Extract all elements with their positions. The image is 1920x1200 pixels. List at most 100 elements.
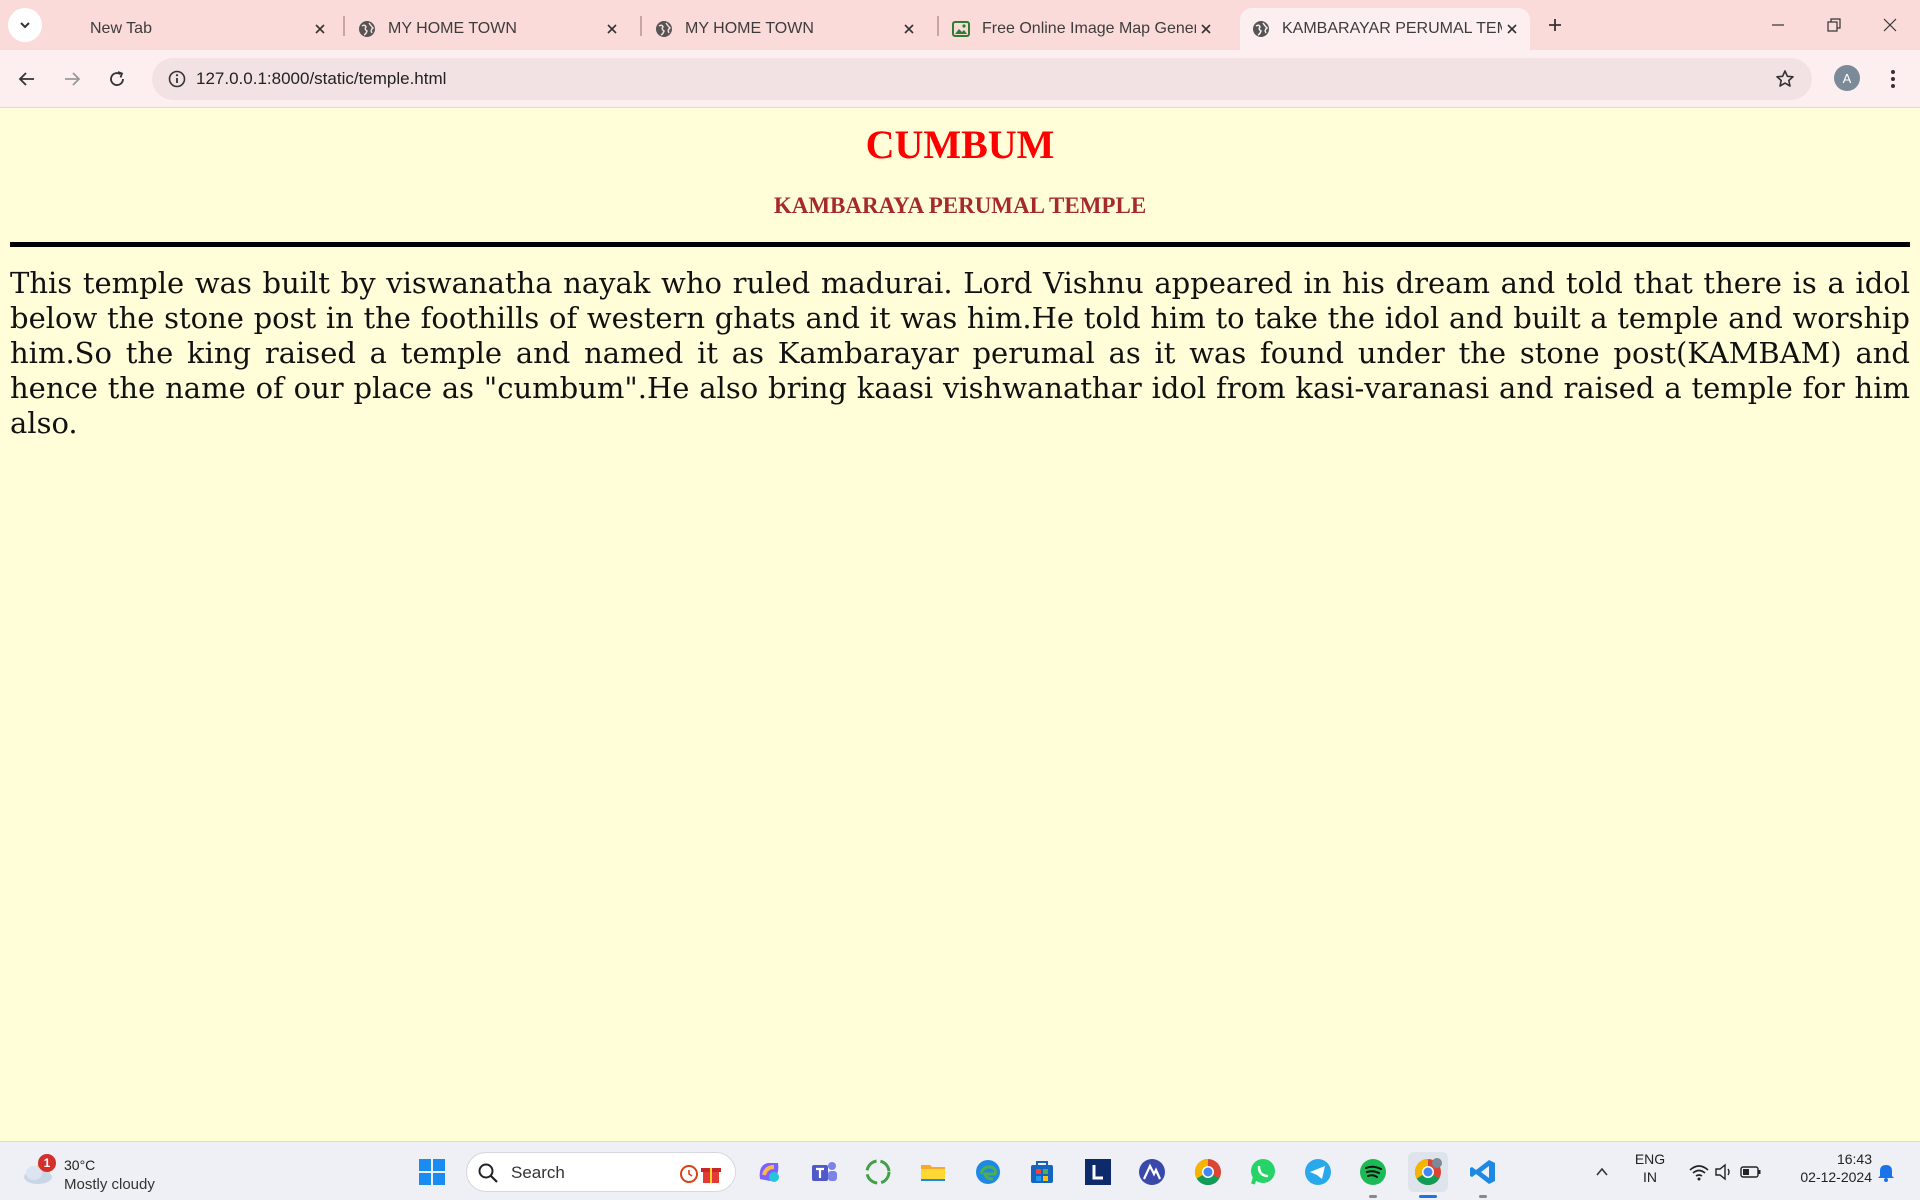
tab-separator xyxy=(937,16,939,36)
tab-close-button[interactable] xyxy=(310,19,330,39)
temple-description: This temple was built by viswanatha naya… xyxy=(10,266,1910,440)
page-heading: CUMBUM xyxy=(865,122,1055,167)
tab-close-button[interactable] xyxy=(1196,19,1216,39)
new-tab-button[interactable] xyxy=(1540,10,1570,40)
taskbar-refresh-app[interactable] xyxy=(858,1152,898,1192)
taskbar-file-explorer[interactable] xyxy=(913,1152,953,1192)
close-window-button[interactable] xyxy=(1862,0,1918,50)
taskbar-search[interactable]: Search xyxy=(466,1152,736,1192)
tab-image-map-generator[interactable]: Free Online Image Map Genera xyxy=(952,8,1224,50)
running-indicator xyxy=(1479,1195,1487,1198)
active-indicator xyxy=(1419,1195,1437,1198)
restore-button[interactable] xyxy=(1806,0,1862,50)
address-bar[interactable]: 127.0.0.1:8000/static/temple.html xyxy=(152,58,1812,100)
tab-separator xyxy=(343,16,345,36)
tab-title: MY HOME TOWN xyxy=(685,20,814,37)
divider xyxy=(10,242,1910,247)
tab-my-home-town[interactable]: MY HOME TOWN xyxy=(358,8,630,50)
star-icon xyxy=(1776,70,1794,87)
taskbar-teams[interactable] xyxy=(804,1152,844,1192)
teams-icon xyxy=(812,1162,837,1181)
taskbar-copilot[interactable] xyxy=(749,1152,789,1192)
show-hidden-icons-button[interactable] xyxy=(1582,1152,1622,1192)
bell-icon xyxy=(1878,1165,1894,1182)
tab-close-button[interactable] xyxy=(899,19,919,39)
weather-condition: Mostly cloudy xyxy=(64,1176,155,1193)
volume-icon xyxy=(1715,1163,1730,1181)
browser-toolbar: 127.0.0.1:8000/static/temple.html A xyxy=(0,50,1920,108)
notifications-button[interactable] xyxy=(1868,1152,1904,1192)
taskbar-chrome-profile[interactable] xyxy=(1408,1152,1448,1192)
tab-title: Free Online Image Map Genera xyxy=(982,20,1196,37)
arrow-right-icon xyxy=(65,72,81,86)
close-icon xyxy=(1201,24,1211,34)
browser-menu-button[interactable] xyxy=(1878,62,1908,96)
globe-icon xyxy=(655,20,673,38)
close-icon xyxy=(1883,18,1897,32)
network-volume-battery[interactable] xyxy=(1682,1152,1768,1192)
reload-button[interactable] xyxy=(100,62,134,96)
plus-icon xyxy=(1549,19,1561,31)
forward-button[interactable] xyxy=(55,62,89,96)
tab-new-tab[interactable]: New Tab xyxy=(70,8,336,50)
globe-icon xyxy=(1252,20,1270,38)
tab-close-button[interactable] xyxy=(1502,19,1522,39)
tab-strip: New Tab MY HOME TOWN MY HOME TOWN Free O… xyxy=(0,0,1920,50)
close-icon xyxy=(904,24,914,34)
sync-icon xyxy=(865,1159,891,1185)
edge-icon xyxy=(976,1160,1000,1184)
tab-kambarayar-perumal-temple[interactable]: KAMBARAYAR PERUMAL TEMPL xyxy=(1240,8,1530,50)
vscode-icon xyxy=(1470,1160,1495,1184)
taskbar-telegram[interactable] xyxy=(1298,1152,1338,1192)
site-info-button[interactable] xyxy=(160,62,194,96)
tab-my-home-town-2[interactable]: MY HOME TOWN xyxy=(655,8,927,50)
taskbar-chrome[interactable] xyxy=(1188,1152,1228,1192)
windows-icon xyxy=(419,1159,445,1185)
globe-icon xyxy=(358,20,376,38)
folder-icon xyxy=(921,1165,945,1181)
tab-search-button[interactable] xyxy=(8,8,42,42)
close-icon xyxy=(315,24,325,34)
taskbar-vscode[interactable] xyxy=(1463,1152,1503,1192)
arc-icon xyxy=(1139,1159,1165,1185)
taskbar-store[interactable] xyxy=(1022,1152,1062,1192)
bookmark-button[interactable] xyxy=(1768,62,1802,96)
back-button[interactable] xyxy=(10,62,44,96)
wifi-icon xyxy=(1689,1165,1709,1181)
url-text[interactable]: 127.0.0.1:8000/static/temple.html xyxy=(196,58,446,100)
tab-title: KAMBARAYAR PERUMAL TEMPL xyxy=(1282,20,1502,37)
weather-widget[interactable]: 1 30°C Mostly cloudy xyxy=(22,1148,172,1196)
info-icon xyxy=(168,70,186,88)
minimize-button[interactable] xyxy=(1750,0,1806,50)
notification-badge: 1 xyxy=(38,1154,56,1172)
taskbar: 1 30°C Mostly cloudy Search ENG IN 16:43… xyxy=(0,1141,1920,1200)
reload-icon xyxy=(110,71,124,86)
clock[interactable]: 16:43 02-12-2024 xyxy=(1782,1151,1872,1185)
language-indicator[interactable]: ENG IN xyxy=(1628,1151,1672,1185)
copilot-icon xyxy=(759,1163,779,1182)
taskbar-l-app[interactable] xyxy=(1078,1152,1118,1192)
clock-date: 02-12-2024 xyxy=(1800,1169,1872,1185)
minimize-icon xyxy=(1772,24,1784,26)
region-code: IN xyxy=(1643,1169,1657,1185)
start-button[interactable] xyxy=(412,1152,452,1192)
gift-icon xyxy=(680,1165,721,1183)
weather-temp: 30°C xyxy=(64,1157,96,1173)
spotify-icon xyxy=(1360,1159,1386,1185)
tab-close-button[interactable] xyxy=(602,19,622,39)
taskbar-whatsapp[interactable] xyxy=(1243,1152,1283,1192)
taskbar-spotify[interactable] xyxy=(1353,1152,1393,1192)
search-label: Search xyxy=(511,1163,565,1182)
restore-icon xyxy=(1827,18,1841,32)
battery-icon xyxy=(1740,1166,1761,1178)
more-vert-icon xyxy=(1891,70,1895,88)
telegram-icon xyxy=(1305,1159,1331,1185)
taskbar-edge[interactable] xyxy=(968,1152,1008,1192)
l-app-icon xyxy=(1085,1159,1111,1185)
whatsapp-icon xyxy=(1251,1159,1275,1185)
search-icon xyxy=(478,1163,498,1183)
profile-avatar[interactable]: A xyxy=(1834,65,1860,91)
chevron-up-icon xyxy=(1596,1167,1608,1176)
taskbar-arc-app[interactable] xyxy=(1132,1152,1172,1192)
image-icon xyxy=(952,20,970,38)
